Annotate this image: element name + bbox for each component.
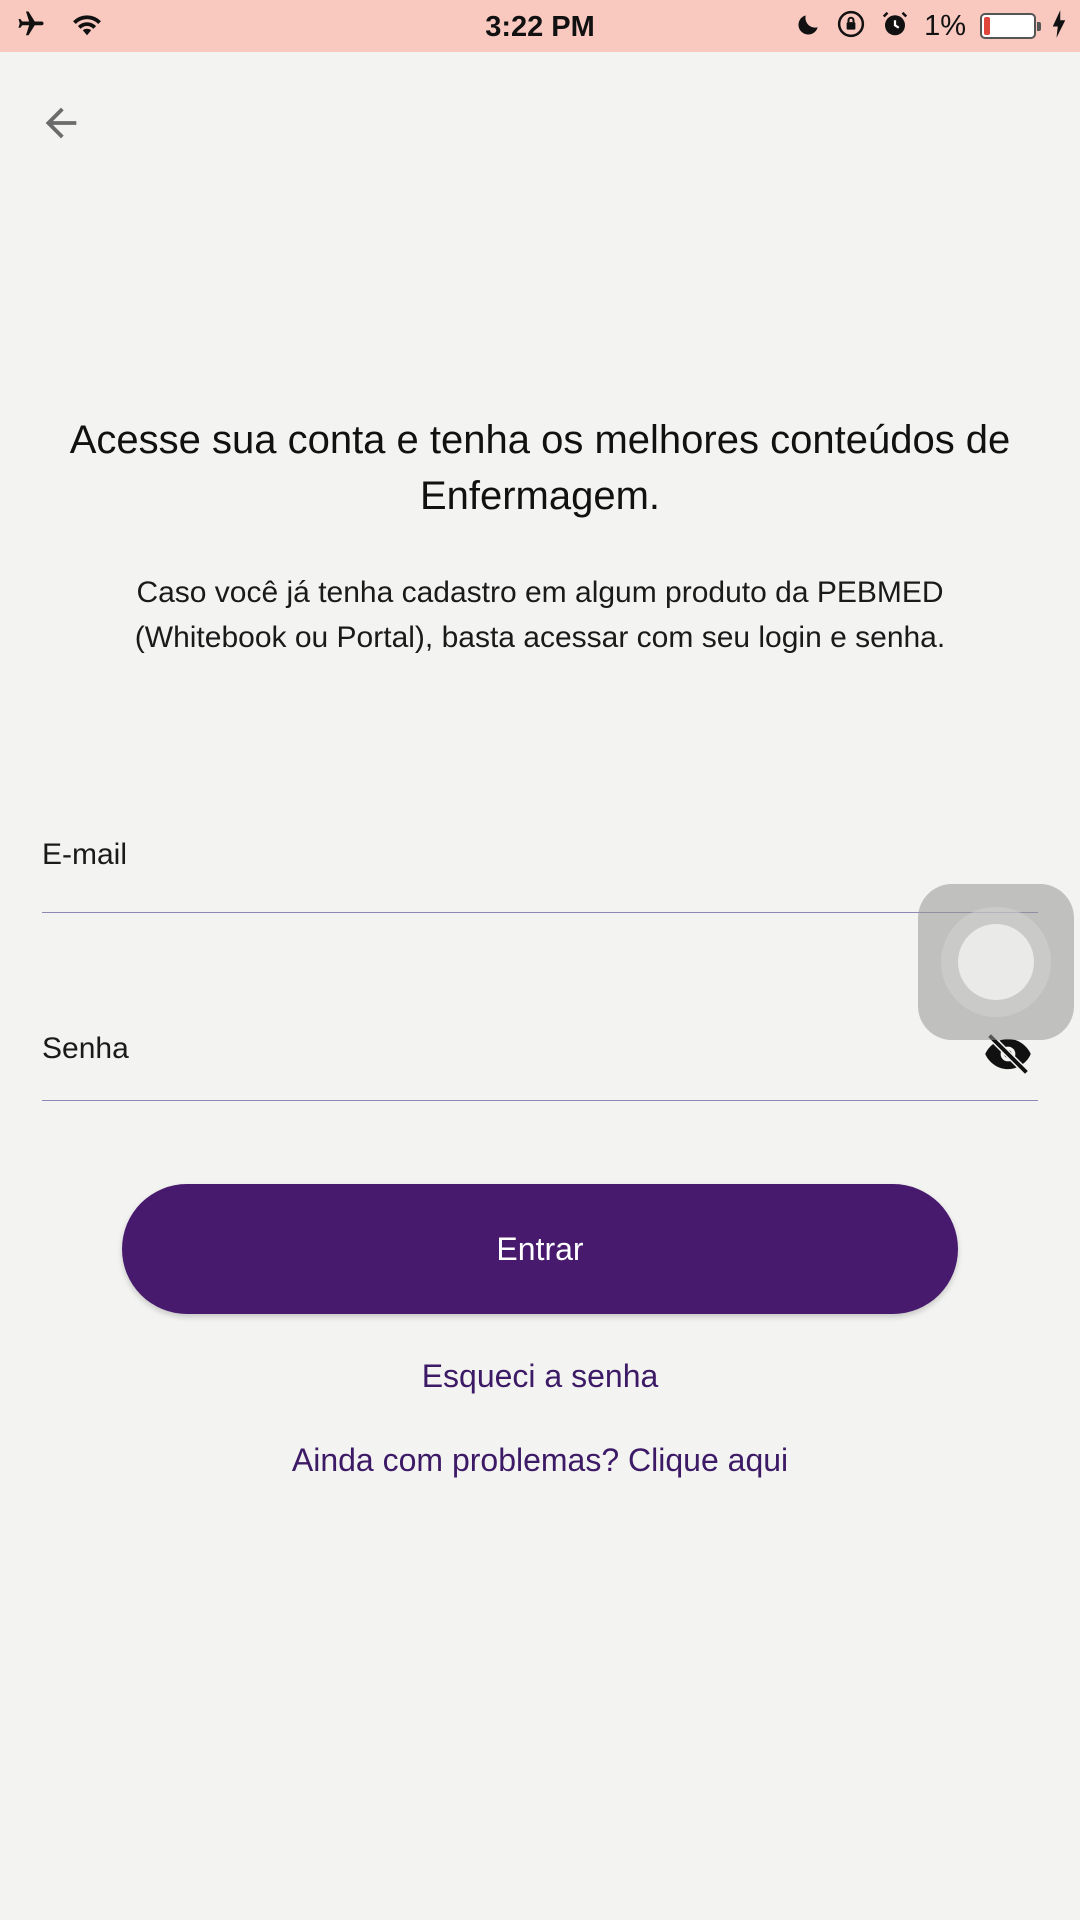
wifi-icon <box>70 10 104 43</box>
help-link[interactable]: Ainda com problemas? Clique aqui <box>0 1442 1080 1479</box>
battery-percent: 1% <box>924 9 966 42</box>
login-button[interactable]: Entrar <box>122 1184 958 1314</box>
password-underline <box>42 1100 1038 1101</box>
password-field[interactable]: Senha <box>42 1022 1038 1102</box>
status-bar: 3:22 PM 1% <box>0 0 1080 52</box>
battery-icon <box>980 13 1041 39</box>
arrow-left-icon <box>38 100 84 151</box>
password-label: Senha <box>42 1032 129 1065</box>
rotation-lock-icon <box>836 9 866 44</box>
assistive-touch-button[interactable] <box>918 884 1074 1040</box>
back-button[interactable] <box>34 98 88 152</box>
airplane-icon <box>14 9 48 44</box>
headline: Acesse sua conta e tenha os melhores con… <box>69 418 1011 518</box>
subtext: Caso você já tenha cadastro em algum pro… <box>134 576 946 654</box>
forgot-password-link[interactable]: Esqueci a senha <box>0 1358 1080 1395</box>
email-label: E-mail <box>42 838 128 871</box>
email-underline <box>42 912 1038 913</box>
email-field[interactable]: E-mail <box>42 832 1038 914</box>
moon-icon <box>796 11 822 42</box>
charging-icon <box>1050 9 1068 44</box>
alarm-icon <box>880 9 910 44</box>
